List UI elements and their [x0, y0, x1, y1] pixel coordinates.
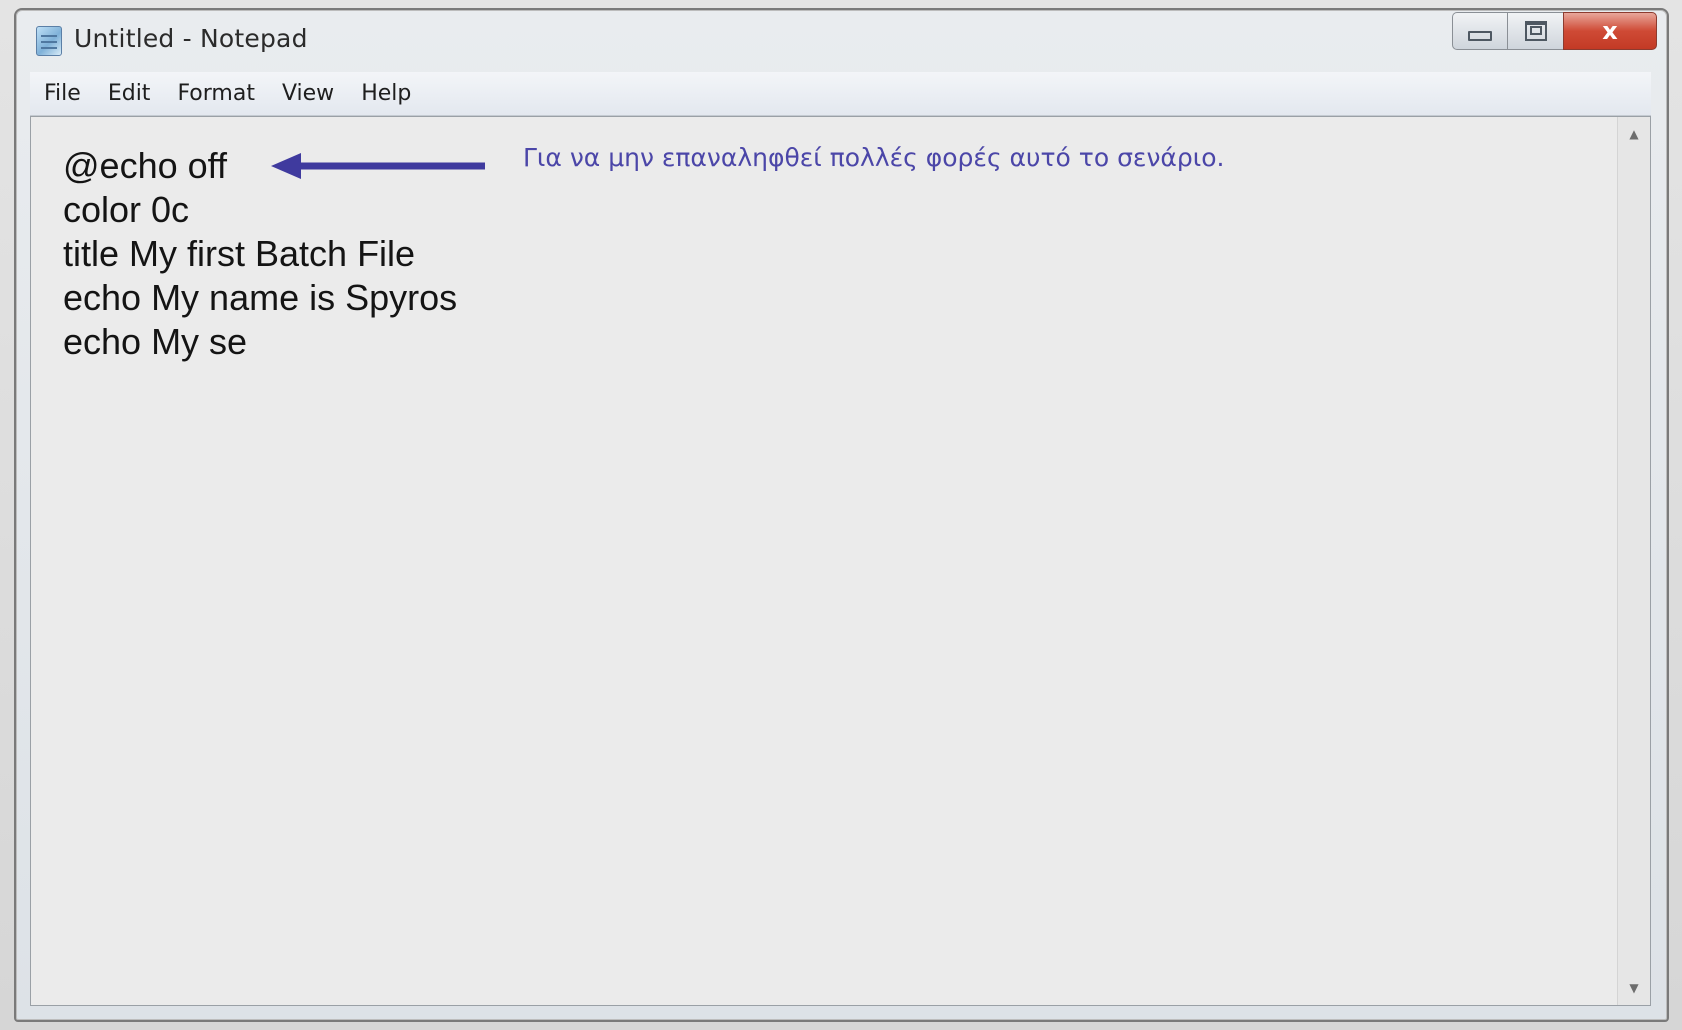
scroll-down-arrow-icon[interactable]: ▼: [1618, 973, 1650, 1003]
desktop-background: Untitled - Notepad x File Edit Format Vi…: [0, 0, 1682, 1030]
notepad-window: Untitled - Notepad x File Edit Format Vi…: [14, 8, 1669, 1022]
left-arrow-icon: [271, 153, 485, 179]
vertical-scrollbar[interactable]: ▲ ▼: [1617, 117, 1650, 1005]
menu-bar: File Edit Format View Help: [30, 72, 1651, 116]
close-icon: x: [1602, 17, 1618, 45]
maximize-button[interactable]: [1507, 12, 1563, 50]
annotation-note: Για να μην επαναληφθεί πολλές φορές αυτό…: [523, 143, 1225, 172]
text-line-3: title My first Batch File: [63, 233, 416, 274]
menu-format[interactable]: Format: [177, 79, 255, 108]
title-bar[interactable]: Untitled - Notepad x: [16, 10, 1667, 72]
window-title: Untitled - Notepad: [74, 24, 308, 53]
notepad-app-icon[interactable]: [36, 26, 62, 56]
minimize-button[interactable]: [1452, 12, 1507, 50]
window-controls: x: [1452, 12, 1657, 50]
menu-edit[interactable]: Edit: [108, 79, 151, 108]
text-line-2: color 0c: [63, 189, 190, 230]
close-button[interactable]: x: [1563, 12, 1657, 50]
menu-file[interactable]: File: [44, 79, 81, 108]
menu-help[interactable]: Help: [361, 79, 411, 108]
menu-view[interactable]: View: [282, 79, 334, 108]
scroll-up-arrow-icon[interactable]: ▲: [1618, 119, 1650, 149]
minimize-icon: [1468, 31, 1492, 41]
maximize-icon: [1524, 21, 1547, 41]
text-line-5: echo My se: [63, 321, 248, 362]
text-line-4: echo My name is Spyros: [63, 277, 458, 318]
text-edit-area[interactable]: @echo off color 0c title My first Batch …: [30, 116, 1651, 1006]
